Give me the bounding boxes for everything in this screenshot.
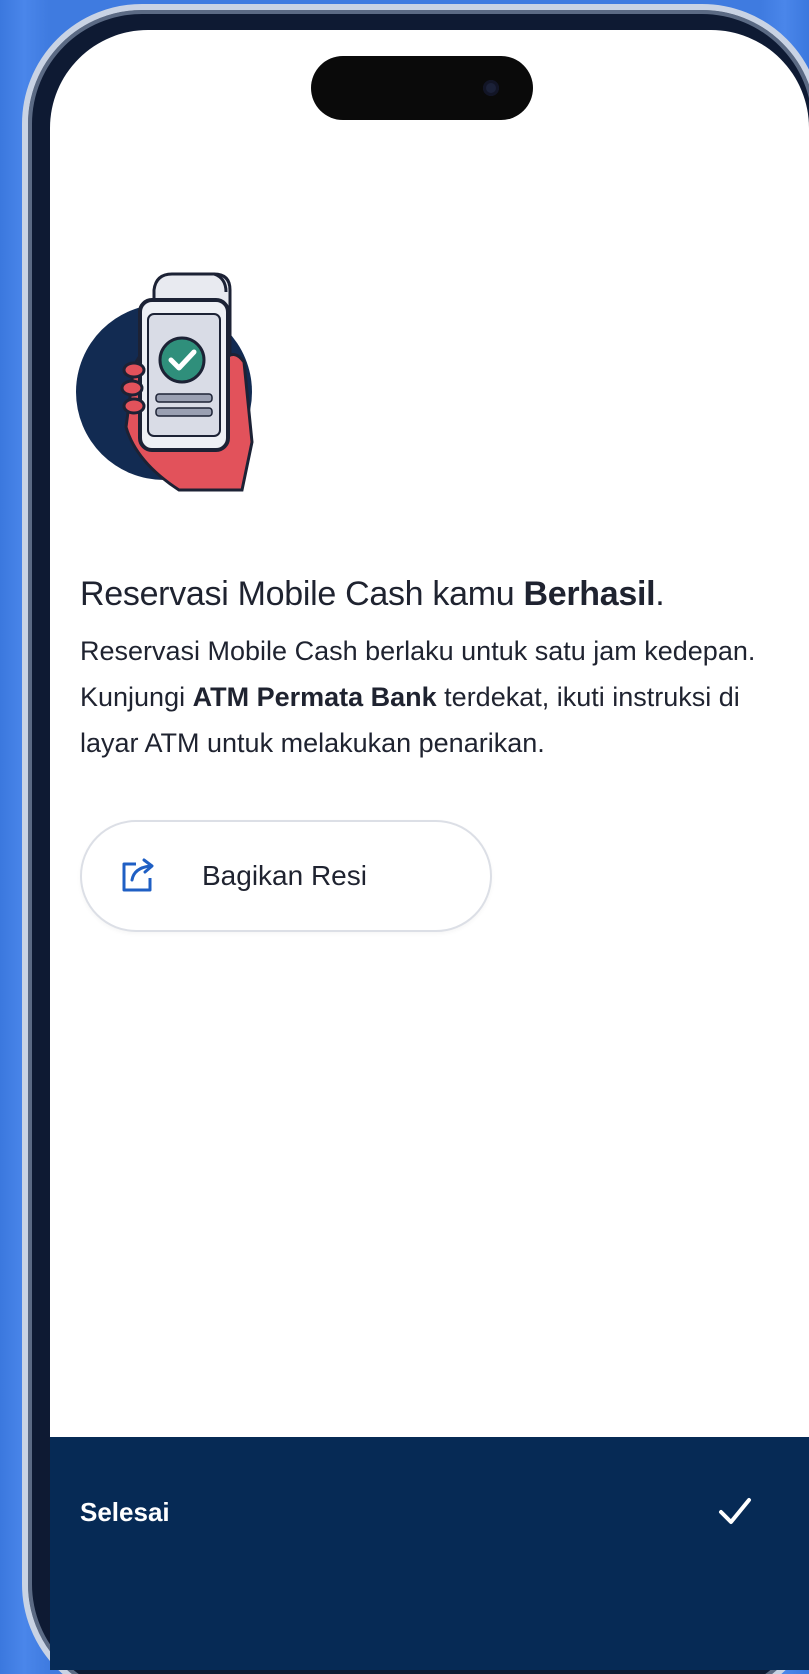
camera-icon	[483, 80, 499, 96]
footer-bar[interactable]: Selesai	[50, 1437, 809, 1670]
check-icon[interactable]	[717, 1493, 753, 1529]
dynamic-island	[311, 56, 533, 120]
title-status: Berhasil	[523, 575, 656, 613]
description-bank-name: ATM Permata Bank	[192, 682, 437, 712]
success-illustration-icon	[76, 272, 254, 492]
page-title: Reservasi Mobile Cash kamu Berhasil.	[80, 575, 665, 614]
title-period: .	[655, 575, 665, 613]
title-text: Reservasi Mobile Cash kamu	[80, 575, 524, 613]
app-screen: Reservasi Mobile Cash kamu Berhasil. Res…	[50, 30, 809, 1670]
share-icon	[122, 858, 154, 892]
share-receipt-button[interactable]: Bagikan Resi	[80, 820, 492, 932]
done-label[interactable]: Selesai	[80, 1497, 170, 1528]
share-button-label: Bagikan Resi	[202, 860, 367, 891]
description-text: Reservasi Mobile Cash berlaku untuk satu…	[80, 628, 770, 766]
